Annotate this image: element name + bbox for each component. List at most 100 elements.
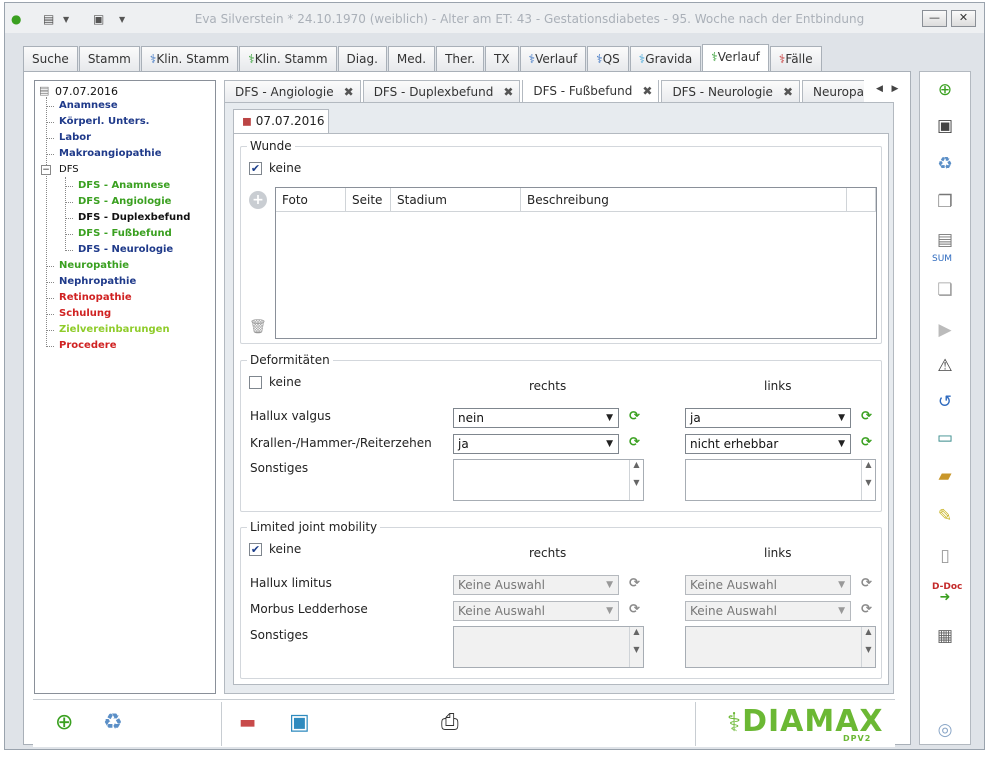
subtab-dfs-neurologie[interactable]: DFS - Neurologie ✖ (661, 80, 800, 102)
tab-klin-stamm-2[interactable]: ⚕Klin. Stamm (239, 46, 337, 72)
mobility-keine-checkbox[interactable]: ✔ (249, 543, 262, 556)
tab-suche[interactable]: Suche (23, 46, 78, 72)
sonstiges-rechts-textarea[interactable]: ▲ ▼ (453, 626, 644, 668)
tab-tx[interactable]: TX (485, 46, 519, 72)
disc-icon[interactable]: ◎ (932, 718, 958, 742)
close-button[interactable]: ✕ (951, 10, 976, 27)
reset-icon[interactable]: ⟳ (629, 435, 640, 450)
notes-icon[interactable]: ✎ (932, 504, 958, 528)
copy-document-icon[interactable]: ❐ (932, 190, 958, 214)
tab-med[interactable]: Med. (387, 46, 436, 72)
warning-icon[interactable]: ⚠ (932, 354, 958, 378)
column-header-stadium[interactable]: Stadium (391, 188, 521, 212)
reset-icon[interactable]: ⟳ (861, 602, 872, 617)
tree-item-dfs-anamnese[interactable]: DFS - Anamnese (78, 180, 170, 191)
krallenzehen-links-select[interactable]: nicht erhebbar ▼ (685, 434, 851, 454)
chevron-left-icon[interactable]: ◀ (876, 84, 883, 94)
chevron-down-icon[interactable]: ▼ (63, 15, 69, 24)
column-header-seite[interactable]: Seite (346, 188, 391, 212)
deformitaeten-keine-checkbox[interactable] (249, 376, 262, 389)
tab-klin-stamm-1[interactable]: ⚕Klin. Stamm (140, 46, 239, 72)
date-tab[interactable]: ◼ 07.07.2016 (233, 109, 329, 133)
wunde-keine-checkbox[interactable]: ✔ (249, 162, 262, 175)
close-icon[interactable]: ✖ (642, 81, 652, 101)
tree-item-dfs-duplexbefund[interactable]: DFS - Duplexbefund (78, 212, 190, 223)
chevron-down-icon[interactable]: ▼ (119, 15, 125, 24)
reset-icon[interactable]: ⟳ (861, 435, 872, 450)
reset-icon[interactable]: ⟳ (861, 409, 872, 424)
tree-item-makroangiopathie[interactable]: Makroangiopathie (59, 148, 162, 159)
close-icon[interactable]: ✖ (344, 82, 354, 102)
reset-icon[interactable]: ⟳ (861, 576, 872, 591)
sonstiges-links-textarea[interactable]: ▲ ▼ (685, 626, 876, 668)
export-arrow-icon[interactable]: ➜ (932, 586, 958, 610)
tab-gravida[interactable]: ⚕Gravida (629, 46, 702, 72)
image-icon[interactable]: ▣ (289, 710, 310, 735)
reset-icon[interactable]: ⟳ (629, 602, 640, 617)
tree-item-koerperl-unters[interactable]: Körperl. Unters. (59, 116, 149, 127)
subtab-dfs-duplexbefund[interactable]: DFS - Duplexbefund ✖ (362, 80, 521, 102)
morbus-ledderhose-rechts-select[interactable]: Keine Auswahl ▼ (453, 601, 619, 621)
hallux-valgus-rechts-select[interactable]: nein ▼ (453, 408, 619, 428)
save-icon[interactable]: ▣ (932, 114, 958, 138)
sonstiges-links-textarea[interactable]: ▲ ▼ (685, 459, 876, 501)
add-icon[interactable]: ⊕ (932, 78, 958, 102)
tree-item-neuropathie[interactable]: Neuropathie (59, 260, 129, 271)
save-disk-icon[interactable]: ▣ (93, 12, 104, 26)
eraser-icon[interactable]: ▬ (239, 712, 256, 733)
recycle-bin-icon[interactable]: ♻ (932, 152, 958, 176)
tab-verlauf-2[interactable]: ⚕Verlauf (702, 44, 769, 72)
collapse-icon[interactable]: − (41, 165, 51, 175)
duplicate-icon[interactable]: ❏ (932, 278, 958, 302)
folder-icon[interactable]: ▰ (932, 464, 958, 488)
chevron-right-icon[interactable]: ▶ (892, 84, 899, 94)
window-menu-icon[interactable]: ▤ (43, 12, 54, 26)
column-header-beschreibung[interactable]: Beschreibung (521, 188, 847, 212)
reset-icon[interactable]: ⟳ (629, 409, 640, 424)
tree-item-dfs[interactable]: DFS (59, 164, 79, 175)
tree-item-nephropathie[interactable]: Nephropathie (59, 276, 136, 287)
tree-item-dfs-angiologie[interactable]: DFS - Angiologie (78, 196, 171, 207)
device-icon[interactable]: ▦ (932, 624, 958, 648)
undo-icon[interactable]: ↺ (932, 390, 958, 414)
hallux-limitus-rechts-select[interactable]: Keine Auswahl ▼ (453, 575, 619, 595)
column-header-foto[interactable]: Foto (276, 188, 346, 212)
card-icon[interactable]: ▭ (932, 426, 958, 450)
tree-item-anamnese[interactable]: Anamnese (59, 100, 118, 111)
scrollbar[interactable]: ▲ ▼ (629, 627, 643, 667)
tab-qs[interactable]: ⚕QS (587, 46, 629, 72)
blank-page-icon[interactable]: ▯ (932, 544, 958, 568)
tab-stamm[interactable]: Stamm (78, 46, 140, 72)
tab-faelle[interactable]: ⚕Fälle (769, 46, 822, 72)
tree-item-procedere[interactable]: Procedere (59, 340, 117, 351)
forward-document-icon[interactable]: ▶ (932, 318, 958, 342)
tree-root-date[interactable]: 07.07.2016 (55, 85, 118, 98)
add-entry-icon[interactable]: ⊕ (55, 710, 73, 735)
tab-verlauf-1[interactable]: ⚕Verlauf (519, 46, 587, 72)
tab-diag[interactable]: Diag. (337, 46, 387, 72)
printer-icon[interactable]: ⎙ (441, 710, 459, 735)
scrollbar[interactable]: ▲ ▼ (861, 627, 875, 667)
morbus-ledderhose-links-select[interactable]: Keine Auswahl ▼ (685, 601, 851, 621)
trash-icon[interactable]: 🗑 (249, 319, 267, 335)
close-icon[interactable]: ✖ (783, 82, 793, 102)
minimize-button[interactable]: — (922, 10, 947, 27)
tree-item-dfs-neurologie[interactable]: DFS - Neurologie (78, 244, 173, 255)
scrollbar[interactable]: ▲ ▼ (629, 460, 643, 500)
krallenzehen-rechts-select[interactable]: ja ▼ (453, 434, 619, 454)
tree-item-retinopathie[interactable]: Retinopathie (59, 292, 132, 303)
tree-item-labor[interactable]: Labor (59, 132, 91, 143)
scrollbar[interactable]: ▲ ▼ (861, 460, 875, 500)
subtab-neuropathie[interactable]: Neuropathie (802, 80, 864, 102)
subtab-dfs-fussbefund[interactable]: DFS - Fußbefund ✖ (522, 80, 660, 102)
tree-item-zielvereinbarungen[interactable]: Zielvereinbarungen (59, 324, 170, 335)
close-icon[interactable]: ✖ (503, 82, 513, 102)
sonstiges-rechts-textarea[interactable]: ▲ ▼ (453, 459, 644, 501)
add-wound-icon[interactable]: + (249, 191, 267, 209)
delete-entry-icon[interactable]: ♻ (103, 710, 123, 735)
subtab-dfs-angiologie[interactable]: DFS - Angiologie ✖ (224, 80, 361, 102)
tree-item-dfs-fussbefund[interactable]: DFS - Fußbefund (78, 228, 172, 239)
tree-item-schulung[interactable]: Schulung (59, 308, 111, 319)
hallux-limitus-links-select[interactable]: Keine Auswahl ▼ (685, 575, 851, 595)
tab-ther[interactable]: Ther. (436, 46, 485, 72)
